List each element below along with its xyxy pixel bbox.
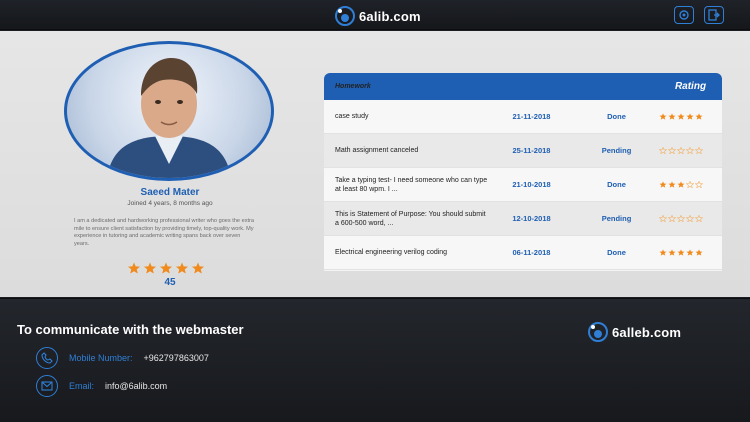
star-icon (668, 113, 676, 120)
contact-email[interactable]: Email: info@6alib.com (36, 375, 167, 397)
star-icon (686, 249, 694, 256)
star-icon (659, 215, 667, 222)
cell-rating (659, 215, 722, 222)
table-row[interactable]: Electrical engineering verilog coding 06-… (324, 236, 722, 270)
table-header: Homework Date Status Rating (324, 73, 722, 100)
profile-score: 45 (164, 277, 176, 288)
star-icon (659, 181, 667, 188)
star-icon (176, 262, 188, 274)
table-row[interactable]: This is Statement of Purpose: You should… (324, 202, 722, 236)
email-icon (36, 375, 58, 397)
profile-joined: Joined 4 years, 8 months ago (127, 200, 213, 207)
star-icon (677, 113, 685, 120)
profile-rating-stars (127, 262, 211, 274)
phone-value[interactable]: +962797863007 (144, 353, 209, 363)
cell-homework[interactable]: Math assignment canceled (324, 146, 489, 155)
cell-status: Pending (601, 146, 632, 155)
profile-name: Saeed Mater (140, 187, 200, 198)
star-icon (668, 181, 676, 188)
settings-button[interactable] (674, 6, 694, 24)
cell-status: Done (607, 248, 626, 257)
profile-avatar (64, 41, 274, 181)
contact-phone[interactable]: Mobile Number: +962797863007 (36, 347, 209, 369)
cell-homework[interactable]: Take a typing test- I need someone who c… (324, 176, 489, 194)
star-icon (659, 147, 667, 154)
star-icon (659, 113, 667, 120)
logout-button[interactable] (704, 6, 724, 24)
star-icon (677, 249, 685, 256)
column-header-status: Status (605, 82, 628, 91)
cell-status: Done (607, 112, 626, 121)
star-icon (695, 147, 703, 154)
star-icon (659, 249, 667, 256)
email-value[interactable]: info@6alib.com (105, 381, 167, 391)
footer-title: To communicate with the webmaster (17, 322, 244, 337)
column-header-date: Date (523, 82, 540, 91)
cell-homework[interactable]: This is Statement of Purpose: You should… (324, 210, 489, 228)
cell-date: 12-10-2018 (512, 214, 551, 223)
cell-rating (659, 113, 722, 120)
star-icon (686, 181, 694, 188)
star-icon (686, 113, 694, 120)
star-icon (192, 262, 204, 274)
star-icon (160, 262, 172, 274)
star-icon (695, 215, 703, 222)
cell-homework[interactable]: case study (324, 112, 489, 121)
column-header-homework: Homework (335, 83, 371, 90)
star-icon (668, 215, 676, 222)
settings-icon (679, 10, 689, 20)
profile-bio: I am a dedicated and hardworking profess… (74, 218, 255, 247)
star-icon (677, 147, 685, 154)
phone-icon (36, 347, 58, 369)
cell-rating (659, 181, 722, 188)
cell-date: 21-10-2018 (512, 180, 551, 189)
homework-table: Homework Date Status Rating case study 21… (324, 73, 722, 271)
table-row[interactable]: Take a typing test- I need someone who c… (324, 168, 722, 202)
star-icon (686, 147, 694, 154)
star-icon (695, 113, 703, 120)
table-row[interactable]: case study 21-11-2018 Done (324, 100, 722, 134)
logo-icon (335, 6, 355, 26)
logo-text: 6alib.com (359, 8, 421, 24)
column-header-rating: Rating (674, 81, 707, 92)
star-icon (695, 249, 703, 256)
footer-logo-text: 6alleb.com (612, 324, 682, 340)
site-logo[interactable]: 6alib.com (334, 5, 421, 27)
footer: To communicate with the webmaster 6alleb… (0, 298, 750, 422)
cell-rating (659, 147, 722, 154)
star-icon (695, 181, 703, 188)
star-icon (128, 262, 140, 274)
footer-logo[interactable]: 6alleb.com (587, 320, 681, 344)
star-icon (668, 147, 676, 154)
cell-status: Done (607, 180, 626, 189)
top-bar: 6alib.com (0, 0, 750, 30)
cell-rating (659, 249, 722, 256)
cell-date: 25-11-2018 (512, 146, 551, 155)
cell-homework[interactable]: Electrical engineering verilog coding (324, 248, 489, 257)
star-icon (686, 215, 694, 222)
avatar-photo (107, 58, 231, 178)
table-row[interactable]: Math assignment canceled 25-11-2018 Pendin… (324, 134, 722, 168)
phone-label: Mobile Number: (69, 353, 133, 363)
email-label: Email: (69, 381, 95, 391)
logo-icon (588, 322, 608, 342)
cell-status: Pending (601, 214, 632, 223)
logout-icon (708, 9, 720, 21)
cell-date: 21-11-2018 (512, 112, 551, 121)
star-icon (668, 249, 676, 256)
star-icon (144, 262, 156, 274)
star-icon (677, 215, 685, 222)
star-icon (677, 181, 685, 188)
cell-date: 06-11-2018 (512, 248, 551, 257)
